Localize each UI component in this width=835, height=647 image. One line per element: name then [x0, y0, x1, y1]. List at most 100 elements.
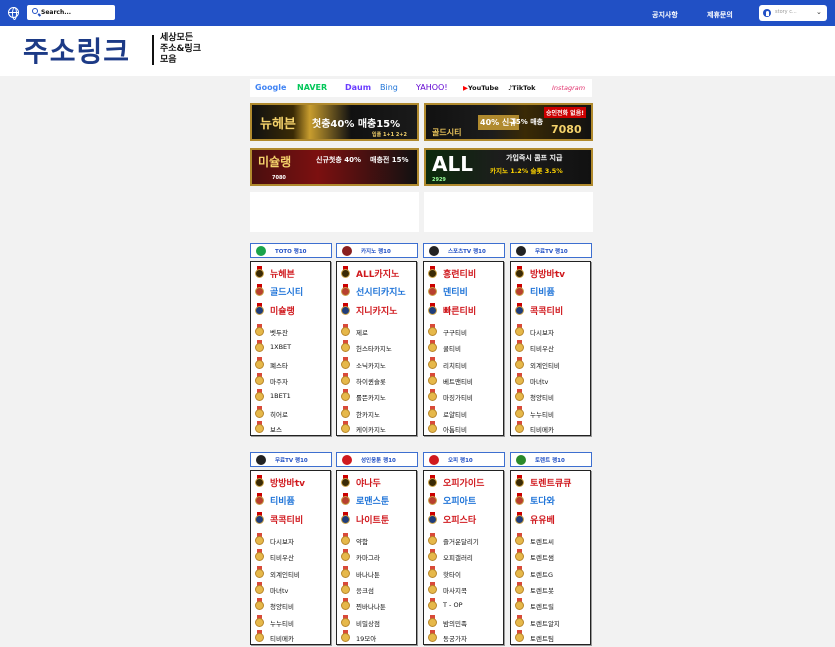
ranking-item[interactable]: 핫타이 — [427, 565, 502, 581]
ranking-item[interactable]: 밤의민족 — [427, 614, 502, 630]
ranking-item[interactable]: 1XBET — [254, 339, 329, 355]
ranking-item[interactable]: 오피가이드 — [427, 474, 502, 490]
ranking-item[interactable]: 콕콕티비 — [254, 511, 329, 527]
ranking-item[interactable]: 동궁가자 — [427, 629, 502, 645]
ranking-item[interactable]: 약함 — [340, 532, 415, 548]
ranking-item[interactable]: 롤뜬카지노 — [340, 388, 415, 404]
ranking-item[interactable]: 토렌트G — [514, 565, 589, 581]
ranking-item[interactable]: 제로 — [340, 323, 415, 339]
ranking-header[interactable]: 성인웅툰 랭10 — [336, 452, 418, 467]
ranking-item[interactable]: 다시보자 — [514, 323, 589, 339]
ranking-item[interactable]: 티비우산 — [254, 548, 329, 564]
ranking-item[interactable]: 벳두잔 — [254, 323, 329, 339]
tiktok-link[interactable]: ♪TikTok — [508, 84, 536, 92]
ranking-item[interactable]: 토렌트릴 — [514, 597, 589, 613]
chevron-down-icon[interactable]: ⌄ — [816, 8, 822, 16]
ranking-item[interactable]: 유유베 — [514, 511, 589, 527]
bing-link[interactable]: Bing — [380, 83, 398, 92]
ranking-item[interactable]: 소닉카지노 — [340, 356, 415, 372]
yahoo-link[interactable]: YAHOO! — [416, 83, 448, 92]
ranking-item[interactable]: 누누티비 — [254, 614, 329, 630]
ranking-item[interactable]: 아톰티비 — [427, 420, 502, 436]
ranking-item[interactable]: 나이트툰 — [340, 511, 415, 527]
ranking-item[interactable]: 토렌트팀 — [514, 629, 589, 645]
ranking-item[interactable]: 헌스타카지노 — [340, 339, 415, 355]
ranking-item[interactable]: 즐거운달리기 — [427, 532, 502, 548]
ranking-item[interactable]: 찐바나나툰 — [340, 597, 415, 613]
ranking-item[interactable]: 폐스타 — [254, 356, 329, 372]
ranking-item[interactable]: 토다와 — [514, 492, 589, 508]
ranking-item[interactable]: 오피스타 — [427, 511, 502, 527]
ranking-item[interactable]: 티비퓸 — [254, 492, 329, 508]
ranking-item[interactable]: 로맨스툰 — [340, 492, 415, 508]
ranking-header[interactable]: 무료TV 랭10 — [250, 452, 332, 467]
ranking-item[interactable]: 토렌트씨 — [514, 532, 589, 548]
ranking-item[interactable]: 쿨티비 — [427, 339, 502, 355]
ranking-item[interactable]: T - OP — [427, 597, 502, 613]
ranking-item[interactable]: 마사지콕 — [427, 581, 502, 597]
ranking-item[interactable]: 구구티비 — [427, 323, 502, 339]
search-icon[interactable] — [32, 8, 38, 14]
search-input[interactable] — [41, 7, 111, 18]
ranking-item[interactable]: 미슐랭 — [254, 302, 329, 318]
site-logo[interactable]: 주소링크 — [23, 30, 130, 70]
ranking-header[interactable]: 무료TV 랭10 — [510, 243, 592, 258]
ranking-item[interactable]: 오피갤러리 — [427, 548, 502, 564]
ranking-item[interactable]: 덴티비 — [427, 283, 502, 299]
ranking-item[interactable]: 누누티비 — [514, 405, 589, 421]
banner-newheaven[interactable]: 뉴헤븐 첫충40% 매충15% 입플 1+1 2+2 — [250, 103, 419, 141]
ranking-item[interactable]: 하이퀸슬롯 — [340, 372, 415, 388]
ranking-item[interactable]: 보스 — [254, 420, 329, 436]
ranking-item[interactable]: 히어로 — [254, 405, 329, 421]
ranking-item[interactable]: 카마그라 — [340, 548, 415, 564]
ranking-item[interactable]: 외계인티비 — [514, 356, 589, 372]
ranking-item[interactable]: 바나나툰 — [340, 565, 415, 581]
ranking-item[interactable]: 비밀상점 — [340, 614, 415, 630]
ranking-item[interactable]: 토렌트봇 — [514, 581, 589, 597]
ranking-header[interactable]: 오피 랭10 — [423, 452, 505, 467]
ranking-item[interactable]: 홍련티비 — [427, 265, 502, 281]
ranking-item[interactable]: 방방바tv — [514, 265, 589, 281]
ranking-item[interactable]: 방방바tv — [254, 474, 329, 490]
globe-icon[interactable] — [8, 7, 19, 20]
ranking-item[interactable]: 외계인티비 — [254, 565, 329, 581]
ranking-item[interactable]: 마녀tv — [254, 581, 329, 597]
ranking-item[interactable]: 토렌트큐큐 — [514, 474, 589, 490]
ranking-header[interactable]: 카지노 랭10 — [336, 243, 418, 258]
ranking-item[interactable]: 로얄티비 — [427, 405, 502, 421]
ranking-item[interactable]: 케이카지노 — [340, 420, 415, 436]
ranking-item[interactable]: 마주자 — [254, 372, 329, 388]
google-link[interactable]: Google — [255, 83, 286, 92]
ranking-item[interactable]: 오피아트 — [427, 492, 502, 508]
ranking-item[interactable]: 야나두 — [340, 474, 415, 490]
banner-all[interactable]: ALL 2929 가입즉시 콤프 지급 카지노 1.2% 슬롯 3.5% — [424, 148, 593, 186]
daum-link[interactable]: Daum — [345, 83, 371, 92]
ranking-item[interactable]: 한카지노 — [340, 405, 415, 421]
ranking-item[interactable]: 청양티비 — [254, 597, 329, 613]
ranking-item[interactable]: 베트맨티비 — [427, 372, 502, 388]
ranking-header[interactable]: 스포츠TV 랭10 — [423, 243, 505, 258]
ranking-item[interactable]: 1BET1 — [254, 388, 329, 404]
ranking-item[interactable]: 티비메카 — [254, 629, 329, 645]
ranking-item[interactable]: ALL카지노 — [340, 265, 415, 281]
ranking-item[interactable]: 다시보자 — [254, 532, 329, 548]
ranking-item[interactable]: 마녀tv — [514, 372, 589, 388]
naver-link[interactable]: NAVER — [297, 83, 327, 92]
ranking-item[interactable]: 선시티카지노 — [340, 283, 415, 299]
ranking-item[interactable]: 지니카지노 — [340, 302, 415, 318]
ranking-item[interactable]: 골드시티 — [254, 283, 329, 299]
banner-michelin[interactable]: 미슐랭 7080 신규첫충 40% 매충전 15% — [250, 148, 419, 186]
ranking-item[interactable]: 청양티비 — [514, 388, 589, 404]
ranking-header[interactable]: 토렌트 랭10 — [510, 452, 592, 467]
ranking-item[interactable]: 마징가티비 — [427, 388, 502, 404]
nav-partner-link[interactable]: 제휴문의 — [707, 10, 733, 20]
ranking-item[interactable]: 19모아 — [340, 629, 415, 645]
ranking-item[interactable]: 빠른티비 — [427, 302, 502, 318]
ranking-item[interactable]: 티비메카 — [514, 420, 589, 436]
ranking-item[interactable]: 콕콕티비 — [514, 302, 589, 318]
user-menu[interactable]: story c... ⌄ — [759, 5, 827, 21]
ranking-item[interactable]: 티비우산 — [514, 339, 589, 355]
search-box[interactable] — [27, 5, 115, 20]
ranking-item[interactable]: 티비퓸 — [514, 283, 589, 299]
instagram-link[interactable]: Instagram — [552, 84, 585, 92]
